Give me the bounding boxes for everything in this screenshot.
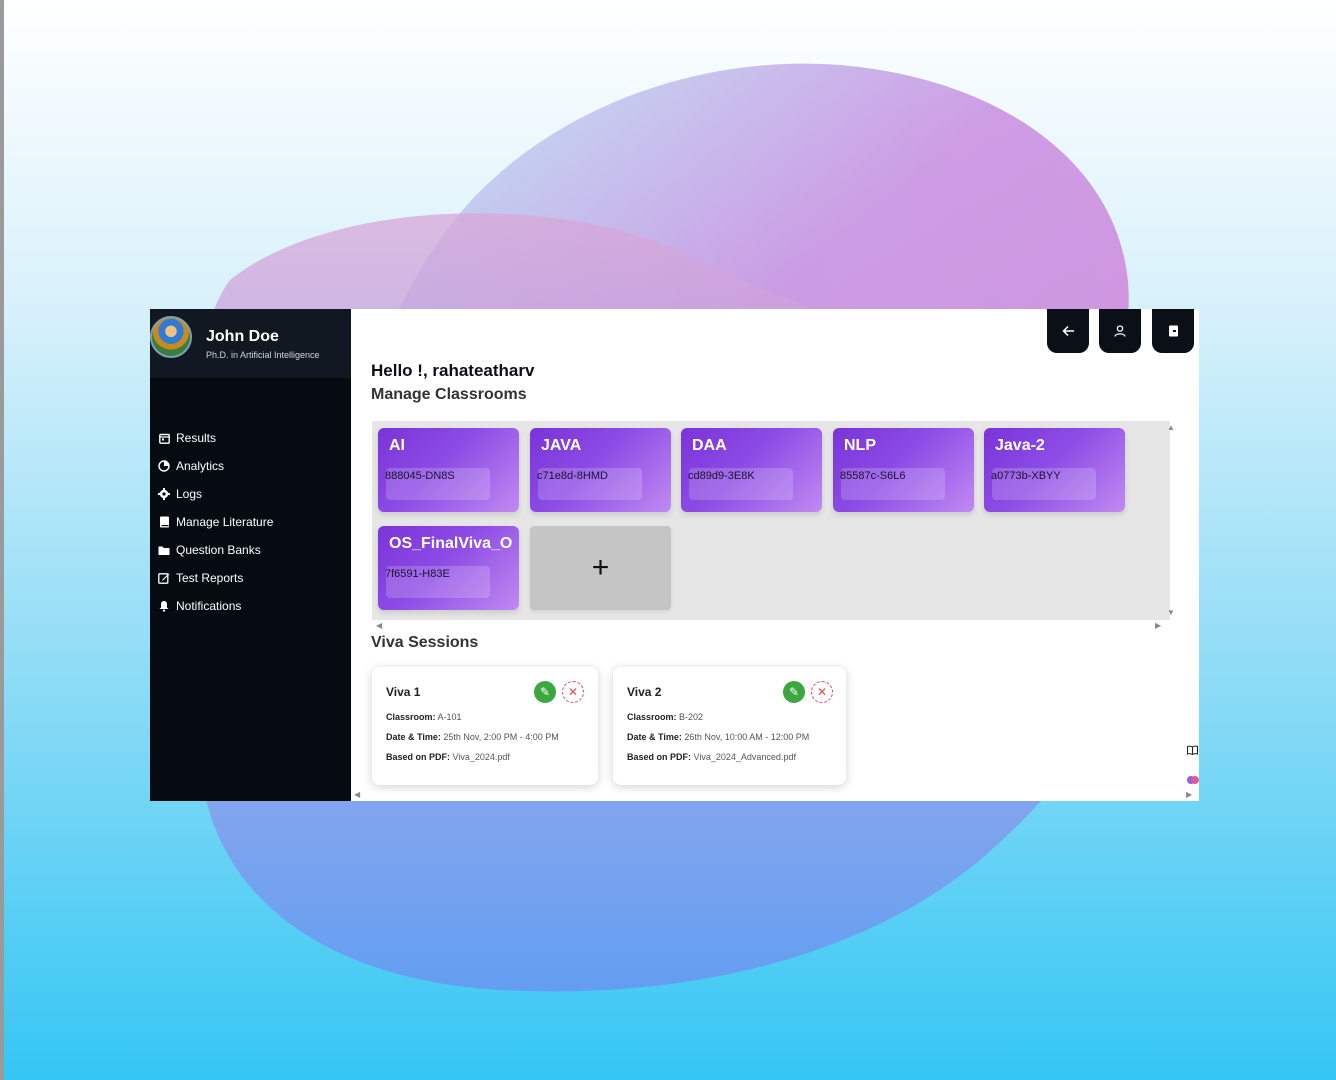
sidebar-item-question-banks[interactable]: Question Banks: [150, 536, 351, 564]
user-icon: [1114, 325, 1126, 337]
classroom-name: Java-2: [995, 437, 1045, 454]
viva-pdf: Based on PDF: Viva_2024.pdf: [386, 752, 510, 762]
classroom-card[interactable]: Java-2 a0773b-XBYY: [984, 428, 1125, 512]
viva-title: Viva 1: [386, 685, 421, 699]
close-icon: ✕: [816, 685, 828, 699]
sidebar-item-label: Test Reports: [176, 571, 244, 585]
sidebar-item-analytics[interactable]: Analytics: [150, 452, 351, 480]
classroom-name: AI: [389, 437, 405, 454]
brain-icon[interactable]: [1187, 774, 1199, 789]
classroom-code[interactable]: 888045-DN8S: [385, 470, 455, 482]
analytics-icon: [158, 460, 170, 472]
pencil-icon: ✎: [539, 685, 551, 699]
gear-icon: [158, 488, 170, 500]
sidebar-item-logs[interactable]: Logs: [150, 480, 351, 508]
classroom-code[interactable]: c71e8d-8HMD: [537, 470, 608, 482]
add-classroom-button[interactable]: +: [530, 526, 671, 610]
bell-icon: [158, 600, 170, 612]
scroll-right-arrow-icon[interactable]: ▶: [1186, 790, 1192, 799]
edit-button[interactable]: ✎: [783, 681, 805, 703]
viva-datetime: Date & Time: 26th Nov, 10:00 AM - 12:00 …: [627, 732, 810, 742]
close-icon: ✕: [567, 685, 579, 699]
scroll-left-arrow-icon[interactable]: ◀: [376, 621, 382, 630]
classroom-card[interactable]: JAVA c71e8d-8HMD: [530, 428, 671, 512]
sidebar-item-label: Results: [176, 431, 217, 445]
sidebar-item-label: Manage Literature: [176, 515, 274, 529]
scroll-left-arrow-icon[interactable]: ◀: [354, 790, 360, 799]
back-arrow-icon: [1061, 325, 1074, 337]
scroll-up-arrow-icon[interactable]: ▲: [1167, 423, 1175, 432]
classroom-card[interactable]: DAA cd89d9-3E8K: [681, 428, 822, 512]
main-content: Hello !, rahateatharv Manage Classrooms …: [351, 309, 1199, 801]
folder-icon: [158, 544, 170, 556]
edit-icon: [158, 572, 170, 584]
app-window: John Doe Ph.D. in Artificial Intelligenc…: [150, 309, 1199, 801]
delete-button[interactable]: ✕: [562, 681, 584, 703]
logout-icon: [1168, 325, 1178, 337]
classroom-code[interactable]: cd89d9-3E8K: [688, 470, 755, 482]
delete-button[interactable]: ✕: [811, 681, 833, 703]
viva-classroom: Classroom: A-101: [386, 712, 462, 722]
classroom-name: DAA: [692, 437, 727, 454]
sidebar-item-manage-literature[interactable]: Manage Literature: [150, 508, 351, 536]
classroom-card[interactable]: NLP 85587c-S6L6: [833, 428, 974, 512]
profile-name: John Doe: [206, 328, 279, 345]
viva-datetime: Date & Time: 25th Nov, 2:00 PM - 4:00 PM: [386, 732, 559, 742]
viva-title: Viva 2: [627, 685, 662, 699]
profile-header: John Doe Ph.D. in Artificial Intelligenc…: [150, 309, 351, 378]
greeting: Hello !, rahateatharv: [371, 361, 535, 380]
sidebar-item-label: Analytics: [176, 459, 225, 473]
edit-button[interactable]: ✎: [534, 681, 556, 703]
avatar[interactable]: [150, 316, 192, 358]
viva-card[interactable]: Viva 1 ✎ ✕ Classroom: A-101 Date & Time:…: [372, 667, 598, 785]
classroom-grid: AI 888045-DN8S JAVA c71e8d-8HMD DAA cd89…: [372, 421, 1175, 620]
profile-subtitle: Ph.D. in Artificial Intelligence: [206, 350, 320, 360]
scroll-right-arrow-icon[interactable]: ▶: [1155, 621, 1161, 630]
sidebar: John Doe Ph.D. in Artificial Intelligenc…: [150, 309, 351, 801]
back-button[interactable]: [1047, 309, 1089, 353]
viva-sessions-title: Viva Sessions: [371, 634, 479, 651]
sidebar-item-notifications[interactable]: Notifications: [150, 592, 351, 620]
viva-card[interactable]: Viva 2 ✎ ✕ Classroom: B-202 Date & Time:…: [613, 667, 846, 785]
classroom-name: OS_FinalViva_O: [389, 535, 513, 552]
classroom-name: NLP: [844, 437, 876, 454]
viva-pdf: Based on PDF: Viva_2024_Advanced.pdf: [627, 752, 796, 762]
classroom-name: JAVA: [541, 437, 582, 454]
profile-button[interactable]: [1099, 309, 1141, 353]
sidebar-item-label: Logs: [176, 487, 203, 501]
sidebar-item-test-reports[interactable]: Test Reports: [150, 564, 351, 592]
classroom-code[interactable]: a0773b-XBYY: [991, 470, 1061, 482]
book-open-icon[interactable]: [1187, 745, 1199, 758]
classroom-card[interactable]: AI 888045-DN8S: [378, 428, 519, 512]
logout-button[interactable]: [1152, 309, 1194, 353]
sidebar-item-label: Notifications: [176, 599, 242, 613]
classroom-card[interactable]: OS_FinalViva_O 7f6591-H83E: [378, 526, 519, 610]
sidebar-item-results[interactable]: Results: [150, 424, 351, 452]
sidebar-item-label: Question Banks: [176, 543, 261, 557]
book-icon: [158, 516, 170, 528]
sidebar-nav: Results Analytics Logs Manage Literature: [150, 424, 351, 620]
scroll-down-arrow-icon[interactable]: ▼: [1167, 608, 1175, 617]
manage-classrooms-title: Manage Classrooms: [371, 386, 527, 403]
calendar-icon: [158, 432, 170, 444]
pencil-icon: ✎: [788, 685, 800, 699]
classroom-code[interactable]: 85587c-S6L6: [840, 470, 905, 482]
classroom-code[interactable]: 7f6591-H83E: [385, 568, 450, 580]
viva-classroom: Classroom: B-202: [627, 712, 704, 722]
